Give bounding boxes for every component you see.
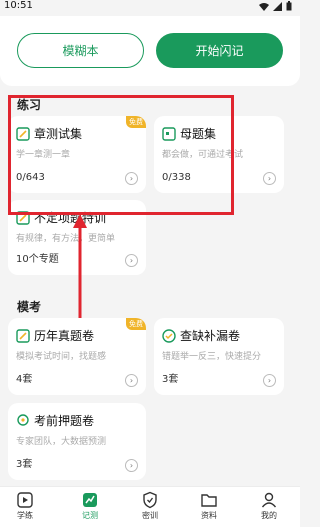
- past-exams-subtitle: 模拟考试时间，找题感: [16, 352, 107, 362]
- special-training-subtitle: 有规律，有方法，更简单: [16, 234, 116, 244]
- nav-label: 密训: [142, 511, 158, 520]
- past-exams-title: 历年真题卷: [34, 329, 95, 343]
- gap-filling-subtitle: 错题举一反三，快速提分: [162, 352, 262, 362]
- user-icon: [261, 492, 277, 508]
- nav-label: 我的: [261, 511, 277, 520]
- past-exams-card[interactable]: 免费 历年真题卷 模拟考试时间，找题感 4套 ›: [8, 318, 146, 395]
- status-icons: [259, 1, 292, 11]
- nav-item-test[interactable]: 记测: [70, 491, 110, 521]
- battery-icon: [286, 1, 292, 11]
- chart-icon: [83, 493, 97, 507]
- prediction-count: 3套: [16, 459, 33, 470]
- nav-label: 学练: [17, 511, 33, 520]
- special-training-count: 10个专题: [16, 254, 59, 265]
- section-title-mock: 模考: [17, 300, 42, 314]
- check-circle-icon: [162, 329, 176, 343]
- chevron-right-icon: ›: [125, 374, 138, 387]
- pencil-icon: [16, 329, 30, 343]
- prediction-card[interactable]: 考前押题卷 专家团队，大数据预测 3套 ›: [8, 403, 146, 480]
- nav-label: 记测: [82, 511, 98, 520]
- chevron-right-icon: ›: [125, 459, 138, 472]
- start-flash-button[interactable]: 开始闪记: [156, 33, 283, 68]
- gap-filling-card[interactable]: 查缺补漏卷 错题举一反三，快速提分 3套 ›: [154, 318, 284, 395]
- nav-label: 资料: [201, 511, 217, 520]
- shield-icon: [143, 491, 157, 509]
- play-icon: [17, 492, 33, 508]
- wifi-icon: [259, 2, 269, 11]
- bottom-nav: 学练 记测 密训 资料 我的: [0, 486, 300, 527]
- folder-icon: [201, 494, 217, 507]
- blur-notebook-button[interactable]: 模糊本: [17, 33, 144, 68]
- chevron-right-icon: ›: [263, 374, 276, 387]
- nav-item-mine[interactable]: 我的: [249, 491, 289, 521]
- chevron-right-icon: ›: [263, 172, 276, 185]
- highlight-arrow: [73, 214, 87, 330]
- past-exams-count: 4套: [16, 374, 33, 385]
- top-actions-card: 模糊本 开始闪记: [0, 16, 300, 86]
- location-icon: [17, 414, 29, 426]
- highlight-rect: [8, 95, 234, 215]
- nav-item-secret[interactable]: 密训: [130, 491, 170, 521]
- nav-item-study[interactable]: 学练: [5, 491, 45, 521]
- prediction-title: 考前押题卷: [34, 414, 95, 428]
- gap-filling-title: 查缺补漏卷: [180, 329, 241, 343]
- status-bar: 10:51: [0, 0, 300, 14]
- free-badge: 免费: [126, 318, 146, 330]
- status-time: 10:51: [4, 0, 33, 11]
- gap-filling-count: 3套: [162, 374, 179, 385]
- signal-icon: [273, 1, 282, 11]
- nav-item-materials[interactable]: 资料: [189, 491, 229, 521]
- prediction-subtitle: 专家团队，大数据预测: [16, 437, 107, 447]
- chevron-right-icon: ›: [125, 254, 138, 267]
